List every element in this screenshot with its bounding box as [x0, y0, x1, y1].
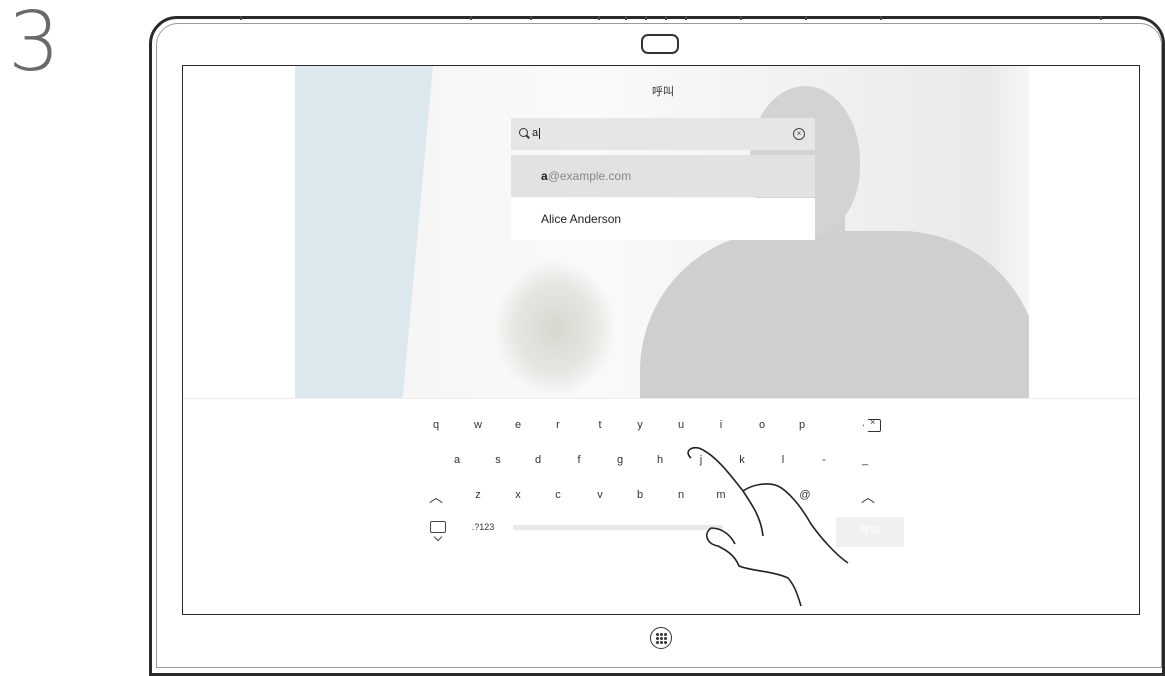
camera-icon: [641, 34, 679, 54]
bezel-mark: [1100, 16, 1102, 20]
bezel-mark: [645, 16, 647, 20]
home-button-icon[interactable]: [650, 627, 672, 649]
bezel-mark: [598, 16, 600, 20]
step-number: 3: [8, 0, 61, 90]
bezel-mark: [665, 16, 667, 20]
touch-screen: 呼叫 a × a@example.com Alice Anderson q w …: [182, 65, 1140, 615]
hand-gesture-icon: [687, 446, 849, 607]
bezel-mark: [685, 16, 687, 20]
bezel-mark: [880, 16, 882, 20]
bezel-mark: [240, 16, 242, 20]
bezel-mark: [625, 16, 627, 20]
bezel-mark: [530, 16, 532, 20]
bezel-mark: [740, 16, 742, 20]
bezel-mark: [805, 16, 807, 20]
bezel-mark: [470, 16, 472, 20]
